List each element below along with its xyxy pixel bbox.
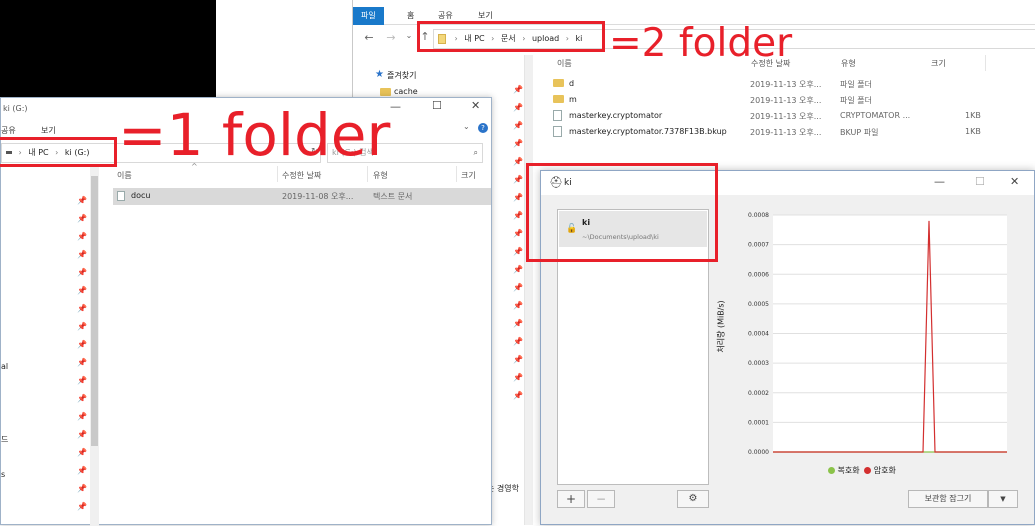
- add-vault-button[interactable]: +: [557, 490, 585, 508]
- settings-gear-icon[interactable]: ⚙: [677, 490, 709, 508]
- chart-tick-label: 0.0004: [748, 331, 769, 338]
- list-item[interactable]: m 2019-11-13 오후... 파일 폴더: [553, 94, 1023, 110]
- minimize-icon[interactable]: —: [390, 100, 401, 113]
- sidebar-scrollbar[interactable]: [90, 166, 99, 526]
- list-item[interactable]: masterkey.cryptomator.7378F13B.bkup 2019…: [553, 126, 1023, 142]
- window-title: ki (G:): [3, 104, 28, 113]
- sidebar-item-fragment[interactable]: 드: [1, 434, 8, 445]
- sidebar-item-fragment[interactable]: al: [1, 362, 8, 371]
- column-type[interactable]: 유형: [373, 170, 388, 181]
- maximize-icon[interactable]: ☐: [432, 99, 442, 112]
- file-date: 2019-11-08 오후...: [282, 192, 354, 201]
- chart-tick-label: 0.0003: [748, 360, 769, 367]
- file-name: masterkey.cryptomator: [569, 111, 663, 120]
- ribbon-expand-icon[interactable]: ⌄: [463, 122, 470, 131]
- legend-label-encrypt: 암호화: [873, 466, 896, 475]
- annotation-box-vault: [526, 163, 718, 262]
- legend-dot-encrypt: [864, 467, 872, 474]
- chart-legend: 복호화 암호화: [828, 465, 896, 476]
- table-row[interactable]: docu 2019-11-08 오후... 텍스트 문서: [113, 188, 491, 205]
- chart-tick-label: 0.0001: [748, 419, 769, 426]
- file-type: CRYPTOMATOR ...: [840, 111, 911, 120]
- tab-file[interactable]: 파일: [353, 7, 384, 25]
- forward-arrow-icon[interactable]: →: [383, 31, 399, 44]
- sidebar-scrollbar[interactable]: [525, 55, 533, 525]
- folder-icon: [553, 94, 564, 103]
- chart-tick-label: 0.0007: [748, 242, 769, 249]
- chart-ylabel: 처리량 (MiB/s): [716, 300, 726, 353]
- file-type: BKUP 파일: [840, 128, 879, 137]
- column-size[interactable]: 크기: [931, 58, 946, 69]
- maximize-icon[interactable]: ☐: [975, 175, 985, 188]
- star-icon: ★: [375, 69, 384, 80]
- file-type: 텍스트 문서: [373, 192, 413, 201]
- file-size: 1KB: [965, 127, 981, 136]
- file-name: masterkey.cryptomator.7378F13B.bkup: [569, 127, 727, 136]
- list-item[interactable]: d 2019-11-13 오후... 파일 폴더: [553, 78, 1023, 94]
- folder-icon: [553, 78, 564, 87]
- legend-label-decrypt: 복호화: [837, 466, 860, 475]
- pin-column: 📌 📌 📌 📌 📌 📌 📌 📌 📌 📌 📌 📌 📌 📌 📌 📌 📌 📌: [513, 85, 523, 400]
- pin-column: 📌 📌 📌 📌 📌 📌 📌 📌 📌 📌 📌 📌 📌 📌 📌 📌 📌 📌: [77, 196, 87, 511]
- column-name[interactable]: 이름: [117, 170, 132, 181]
- file-list: d 2019-11-13 오후... 파일 폴더 m 2019-11-13 오후…: [553, 78, 1023, 142]
- file-icon: [553, 110, 562, 121]
- file-date: 2019-11-13 오후...: [750, 80, 822, 89]
- tab-view[interactable]: 보기: [41, 125, 56, 136]
- file-name: m: [569, 95, 577, 104]
- list-item[interactable]: masterkey.cryptomator 2019-11-13 오후... C…: [553, 110, 1023, 126]
- annotation-box-2: [417, 21, 605, 52]
- file-type: 파일 폴더: [840, 80, 872, 89]
- text-file-icon: [117, 191, 125, 201]
- file-name: docu: [131, 191, 151, 200]
- file-date: 2019-11-13 오후...: [750, 128, 822, 137]
- column-date[interactable]: 수정한 날짜: [282, 170, 321, 181]
- column-type[interactable]: 유형: [841, 58, 856, 69]
- lock-dropdown-button[interactable]: ▼: [988, 490, 1018, 508]
- file-icon: [553, 126, 562, 137]
- close-icon[interactable]: ✕: [1010, 175, 1019, 188]
- folder-icon: [380, 88, 391, 96]
- column-size[interactable]: 크기: [461, 170, 476, 181]
- file-type: 파일 폴더: [840, 96, 872, 105]
- annotation-label-1: =1 folder: [118, 101, 391, 169]
- annotation-label-2: =2 folder: [609, 21, 793, 66]
- legend-dot-decrypt: [828, 467, 835, 474]
- scrollbar-thumb[interactable]: [91, 176, 98, 446]
- sidebar-item-fragment[interactable]: s: [1, 470, 5, 479]
- annotation-box-1: [0, 137, 117, 167]
- chart-tick-label: 0.0002: [748, 390, 769, 397]
- recent-chevron-icon[interactable]: ⌄: [401, 31, 417, 40]
- close-icon[interactable]: ✕: [471, 99, 480, 112]
- throughput-chart: 0.0008 0.0007 0.0006 0.0005 0.0004 0.0003 0.00…: [748, 212, 1007, 456]
- desktop-background: [0, 0, 216, 97]
- chart-tick-label: 0.0005: [748, 301, 769, 308]
- file-name: d: [569, 79, 575, 88]
- back-arrow-icon[interactable]: ←: [361, 31, 377, 44]
- search-icon: ⌕: [473, 148, 478, 157]
- file-size: 1KB: [965, 111, 981, 120]
- file-date: 2019-11-13 오후...: [750, 96, 822, 105]
- chart-tick-label: 0.0006: [748, 271, 769, 278]
- column-name[interactable]: 이름: [557, 58, 572, 69]
- quick-access-label[interactable]: 즐겨찾기: [387, 70, 416, 81]
- sidebar-item-cache[interactable]: cache: [394, 87, 418, 96]
- file-date: 2019-11-13 오후...: [750, 112, 822, 121]
- help-icon[interactable]: ?: [478, 123, 488, 133]
- tab-share[interactable]: 공유: [1, 125, 16, 136]
- chart-tick-label: 0.0000: [748, 449, 769, 456]
- chart-tick-label: 0.0008: [748, 212, 769, 219]
- minimize-icon[interactable]: —: [934, 175, 945, 188]
- lock-vault-button[interactable]: 보관함 잠그기: [908, 490, 988, 508]
- remove-vault-button[interactable]: −: [587, 490, 615, 508]
